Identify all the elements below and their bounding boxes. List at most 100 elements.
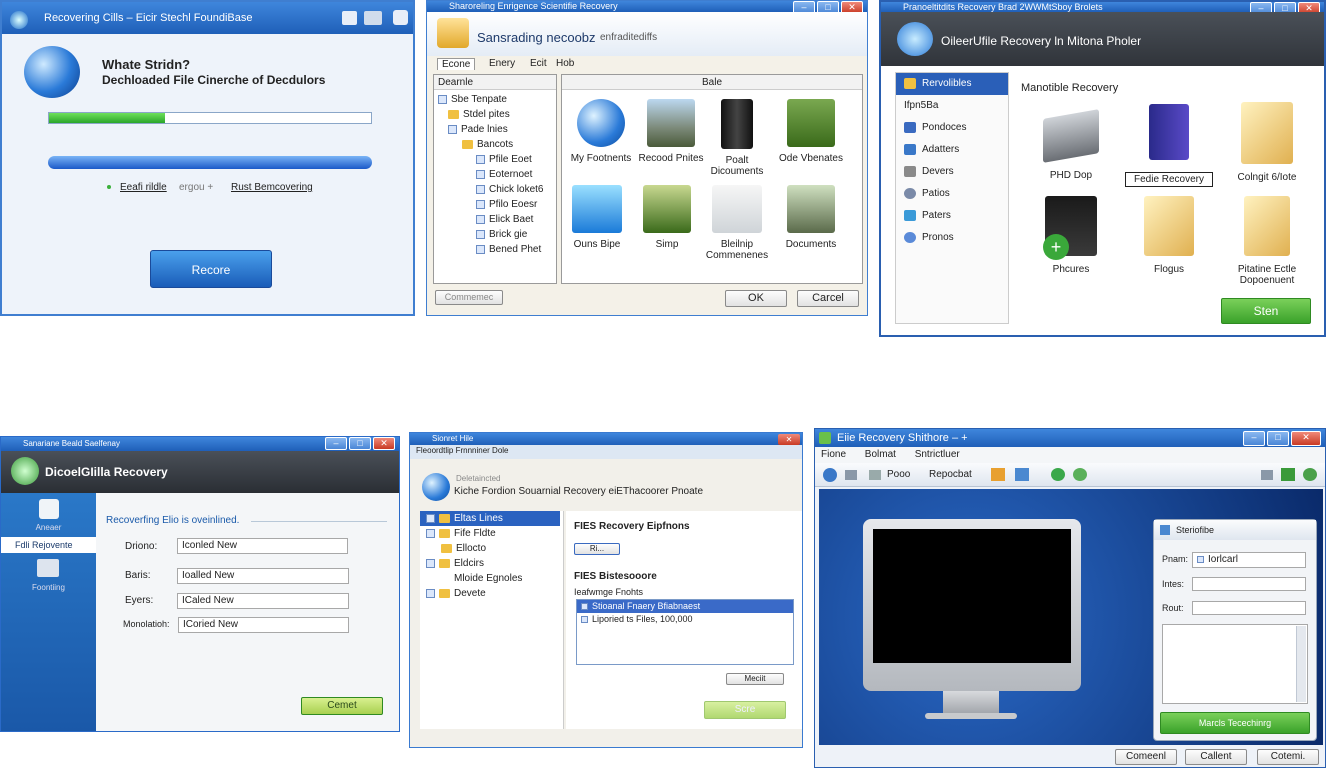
sidebar-item-selected[interactable]: Fdli Rejovente (1, 537, 96, 553)
settings-icon[interactable] (393, 10, 408, 25)
minimize-icon[interactable] (342, 11, 357, 25)
bottom-button-0[interactable]: Comeenl (1115, 749, 1177, 765)
sidebar-item-5[interactable]: Patios (896, 183, 1008, 205)
close-icon[interactable]: ✕ (778, 434, 800, 445)
tree-item[interactable]: Eoternoet (434, 167, 556, 182)
field-input-1[interactable]: Ioalled New (177, 568, 349, 584)
close-icon[interactable]: ✕ (1291, 431, 1321, 446)
tile-file-recovery[interactable]: Fedie Recovery (1125, 104, 1213, 187)
save-button[interactable]: Scre (704, 701, 786, 719)
sidebar-item-6[interactable]: Paters (896, 205, 1008, 227)
refresh-icon[interactable] (1051, 468, 1065, 481)
sidebar-item-3[interactable]: Adatters (896, 139, 1008, 161)
restore-icon[interactable] (364, 11, 382, 25)
toolbar-item-0[interactable]: Pooo (887, 469, 910, 480)
tree-item[interactable]: Elick Baet (434, 212, 556, 227)
sidebar-item-1[interactable]: Ifpn5Ba (896, 95, 1008, 117)
title-bar[interactable]: Sionret Hile (410, 433, 802, 445)
menu-item-0[interactable]: Fione (821, 447, 846, 463)
more-button[interactable]: Meciit (726, 673, 784, 685)
toolbar-item-1[interactable]: Repocbat (929, 469, 972, 480)
tile-building[interactable]: Bleilnip Commenenes (700, 185, 774, 261)
bottom-button-2[interactable]: Cotemi. (1257, 749, 1319, 765)
tile-simp[interactable]: Simp (630, 185, 704, 250)
field-input-2[interactable]: ICaled New (177, 593, 349, 609)
tile-hdd[interactable]: PHD Dop (1029, 109, 1113, 181)
tree-item[interactable]: Brick gie (434, 227, 556, 242)
tree-item[interactable]: Ellocto (420, 541, 563, 556)
settings-icon[interactable] (1303, 468, 1317, 481)
menu-item-1[interactable]: Enery (489, 58, 515, 69)
commence-button[interactable]: Commemec (435, 290, 503, 305)
tree-item[interactable]: Stdel pites (434, 107, 556, 122)
connect-button[interactable]: Cemet (301, 697, 383, 715)
tree-item-selected[interactable]: Eltas Lines (420, 511, 560, 526)
window-icon[interactable] (1015, 468, 1029, 481)
maximize-icon[interactable]: □ (1267, 431, 1289, 446)
maximize-icon[interactable]: □ (349, 437, 371, 450)
sidebar-item-4[interactable]: Devers (896, 161, 1008, 183)
folder-icon[interactable] (991, 468, 1005, 481)
tile-videos[interactable]: Ode Vbenates (774, 99, 848, 164)
status-link-2[interactable]: Rust Bemcovering (231, 182, 313, 193)
tile-folders[interactable]: Flogus (1125, 196, 1213, 275)
sidebar-item-0[interactable]: Rervolibles (896, 73, 1008, 95)
tile-my-documents[interactable]: My Footnents (564, 99, 638, 164)
minimize-icon[interactable]: – (325, 437, 347, 450)
field-input-3[interactable]: ICoried New (178, 617, 349, 633)
bottom-button-1[interactable]: Callent (1185, 749, 1247, 765)
sidebar-bottom-label[interactable]: Foontiing (1, 583, 96, 592)
tree-item[interactable]: Mloide Egnoles (420, 571, 563, 586)
menu-item-0[interactable]: Econe (437, 58, 476, 70)
sidebar-item-2[interactable]: Pondoces (896, 117, 1008, 139)
field-input-0[interactable]: Iconled New (177, 538, 348, 554)
tree-item[interactable]: Sbe Tenpate (434, 92, 556, 107)
print-icon[interactable] (869, 470, 881, 480)
tree-item[interactable]: Pfile Eoet (434, 152, 556, 167)
recover-button[interactable]: Recore (150, 250, 272, 288)
cancel-button[interactable]: Carcel (797, 290, 859, 307)
list-item-selected[interactable]: Stioanal Fnaery Bfiabnaest (577, 600, 793, 613)
tree-item[interactable]: Pfilo Eoesr (434, 197, 556, 212)
tree-item[interactable]: Pade lnies (434, 122, 556, 137)
minimize-icon[interactable]: – (1243, 431, 1265, 446)
tile-pictures[interactable]: + Phcures (1029, 196, 1113, 275)
back-icon[interactable] (823, 468, 837, 482)
tree-item[interactable]: Chick loket6 (434, 182, 556, 197)
edit-icon[interactable] (845, 470, 857, 480)
tile-recent-photos[interactable]: Recood Pnites (634, 99, 708, 164)
tree-item[interactable]: Fife Fldte (420, 526, 563, 541)
tree-item[interactable]: Eldcirs (420, 556, 563, 571)
sidebar-item-7[interactable]: Pronos (896, 227, 1008, 249)
menu-bar: Fione Bolmat Sntrictluer (815, 447, 1325, 463)
menu-item-3[interactable]: Hob (556, 58, 574, 69)
tree-item[interactable]: Bancots (434, 137, 556, 152)
panel-input-0[interactable]: Iorlcarl (1192, 552, 1306, 568)
start-button[interactable]: Sten (1221, 298, 1311, 324)
tile-documents[interactable]: Poalt Dicouments (700, 99, 774, 177)
small-button[interactable]: Ri... (574, 543, 620, 555)
tree-item[interactable]: Bened Phet (434, 242, 556, 257)
tile-outlook[interactable]: Ouns Bipe (560, 185, 634, 250)
field-label-0: Driono: (125, 541, 158, 552)
scrollbar[interactable] (1296, 626, 1306, 702)
status-link-1[interactable]: Eeafi rildle (120, 182, 167, 193)
tile-documents-2[interactable]: Documents (774, 185, 848, 250)
gear-icon[interactable] (1073, 468, 1087, 481)
panel-textarea[interactable] (1162, 624, 1308, 704)
list-item[interactable]: Liporied ts Files, 100,000 (577, 613, 793, 626)
menu-item-2[interactable]: Ecit (530, 58, 547, 69)
match-button[interactable]: Marcls Tecechinrg (1160, 712, 1310, 734)
panel-input-1[interactable] (1192, 577, 1306, 591)
menu-item-2[interactable]: Sntrictluer (915, 447, 960, 463)
tile-document[interactable]: Pitatine Ectle Dopoenuent (1221, 196, 1313, 286)
window-recovery-options: Sionret Hile ✕ Fleoordtlip Frnnniner Dol… (409, 432, 803, 748)
tree-item[interactable]: Devete (420, 586, 563, 601)
arrow-icon[interactable] (1261, 470, 1273, 480)
menu-item-1[interactable]: Bolmat (865, 447, 896, 463)
panel-input-2[interactable] (1192, 601, 1306, 615)
ok-button[interactable]: OK (725, 290, 787, 307)
close-icon[interactable]: ✕ (373, 437, 395, 450)
tile-folder[interactable]: Colngit 6/Iote (1221, 102, 1313, 183)
save-icon[interactable] (1281, 468, 1295, 481)
